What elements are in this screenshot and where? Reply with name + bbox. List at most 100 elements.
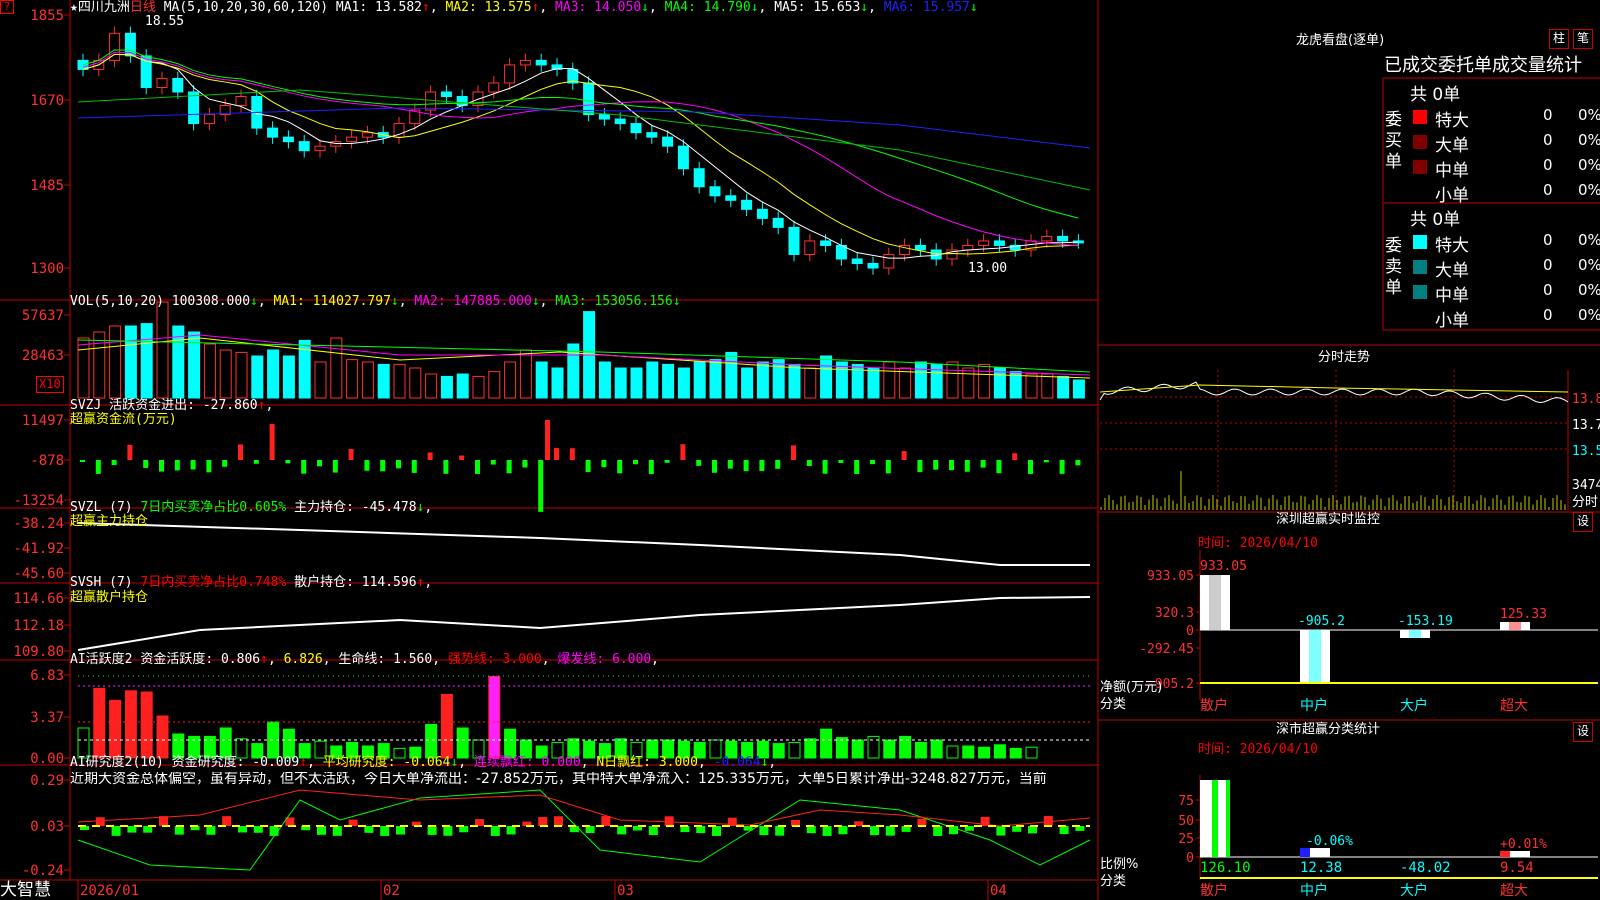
activity-bar xyxy=(804,738,817,759)
volume-bar xyxy=(156,301,169,399)
ma-line xyxy=(82,49,1079,219)
bar-mode-button[interactable]: 柱 xyxy=(1549,29,1569,49)
activity-bar xyxy=(219,727,232,759)
volume-bar xyxy=(772,359,785,399)
flow-bar xyxy=(111,460,117,466)
research-bar xyxy=(443,826,453,836)
volume-bar xyxy=(551,367,564,399)
intraday-price xyxy=(1099,381,1569,404)
flow-bar xyxy=(554,447,559,460)
legend-ma5: MA5: 15.653↓ xyxy=(774,0,869,15)
stats-time: 时间: 2026/04/10 xyxy=(1198,742,1318,757)
flow-bar xyxy=(822,460,828,474)
flow-bar xyxy=(348,448,354,460)
mid-bar xyxy=(1309,630,1321,682)
ma-line xyxy=(82,51,1079,247)
volume-bar xyxy=(519,349,532,399)
flow-bar xyxy=(743,460,749,472)
activity-bar xyxy=(851,739,864,759)
activity-bar xyxy=(488,675,501,759)
stats-tick: 0 xyxy=(1186,851,1194,866)
ai-active-tick: 6.83 xyxy=(30,668,64,684)
order-count: 0 xyxy=(1543,231,1553,249)
menu-button[interactable]: ? xyxy=(0,0,14,14)
svsh-title: 超赢散户持仓 xyxy=(70,590,149,605)
research-bar xyxy=(648,826,658,835)
volume-bar xyxy=(188,331,201,399)
activity-bar xyxy=(962,745,975,759)
x-axis-label: 03 xyxy=(617,883,634,899)
candle-body xyxy=(867,262,879,269)
svzj-tick: 11497 xyxy=(22,413,64,429)
intraday-tick: 13.55 xyxy=(1572,444,1600,459)
activity-bar xyxy=(93,687,106,759)
volume-bar xyxy=(203,343,216,399)
volume-bar xyxy=(409,367,422,399)
order-stats-tabs[interactable]: 已成交委托单成交量统计 xyxy=(1384,55,1582,77)
candle-body xyxy=(804,240,816,255)
flow-bar xyxy=(332,460,338,473)
pen-mode-button[interactable]: 笔 xyxy=(1573,29,1593,49)
volume-bar xyxy=(440,375,453,399)
monitor-tick: 320.3 xyxy=(1155,606,1194,621)
volume-bar xyxy=(535,361,548,399)
research-bar xyxy=(822,826,832,836)
candle-body xyxy=(614,118,626,125)
candle-body xyxy=(978,240,990,246)
flow-bar xyxy=(569,448,575,460)
stats-category: 超大 xyxy=(1500,883,1528,899)
flow-bar xyxy=(712,460,717,473)
volume-bar xyxy=(330,337,343,399)
stats-settings-button[interactable]: 设 xyxy=(1573,722,1593,742)
research-bar xyxy=(554,816,563,826)
vol-legend: MA1: 114027.797↓, MA2: 147885.000↓, MA3:… xyxy=(273,294,681,309)
candle-body xyxy=(851,258,863,264)
candle-body xyxy=(630,123,642,134)
volume-bar xyxy=(456,373,469,399)
retail-line xyxy=(77,596,1091,651)
favorite-star-icon[interactable]: ★ xyxy=(70,0,78,15)
intraday-tick: 13.70 xyxy=(1572,418,1600,433)
ai-research-summary: 近期大资金总体偏空，虽有异动，但不太活跃，今日大单净流出：-27.852万元，其… xyxy=(70,772,1047,787)
research-bar xyxy=(222,816,232,826)
stats-bar xyxy=(1212,780,1218,857)
flow-bar xyxy=(885,460,891,474)
flow-bar xyxy=(411,460,417,473)
intraday-title: 分时走势 xyxy=(1318,350,1371,365)
svzl-header: SVZL (7) 7日内买卖净占比0.605% 主力持仓: -45.478↓, xyxy=(70,500,433,515)
flow-bar xyxy=(475,460,480,474)
svzl-tick: -41.92 xyxy=(13,541,64,557)
order-pct: 0% xyxy=(1578,181,1600,199)
stats-value: 126.10 xyxy=(1200,860,1251,876)
volume-bar xyxy=(124,325,137,399)
volume-bar xyxy=(567,343,580,399)
flow-bar xyxy=(285,460,291,464)
ma-line xyxy=(82,53,1079,255)
volume-bar xyxy=(393,363,406,399)
activity-bar xyxy=(456,727,469,759)
activity-bar xyxy=(282,728,295,759)
candle-body xyxy=(583,82,595,116)
volume-bar xyxy=(346,359,359,399)
candle-body xyxy=(820,240,832,246)
sell-side-label: 委卖单 xyxy=(1385,236,1402,298)
app-logo: 大智慧 xyxy=(0,880,51,900)
candle-body xyxy=(646,132,658,138)
flow-bar xyxy=(1043,460,1049,463)
period-label[interactable]: 日线 xyxy=(130,0,156,15)
flow-bar xyxy=(933,460,939,470)
order-pct: 0% xyxy=(1578,256,1600,274)
flow-bar xyxy=(1075,460,1081,466)
flow-bar xyxy=(870,460,875,465)
ma-params: MA(5,10,20,30,60,120) xyxy=(163,0,329,15)
flow-bar xyxy=(791,445,796,460)
main-force-line xyxy=(77,522,1090,566)
activity-bar xyxy=(504,728,517,759)
ai-research-tick: 0.03 xyxy=(30,819,64,835)
candle-body xyxy=(361,132,373,138)
research-bar xyxy=(1059,826,1069,835)
legend-ma2: MA2: 13.575↑ xyxy=(445,0,540,15)
monitor-settings-button[interactable]: 设 xyxy=(1573,512,1593,532)
candle-body xyxy=(440,91,452,98)
super-bar xyxy=(1509,622,1521,630)
